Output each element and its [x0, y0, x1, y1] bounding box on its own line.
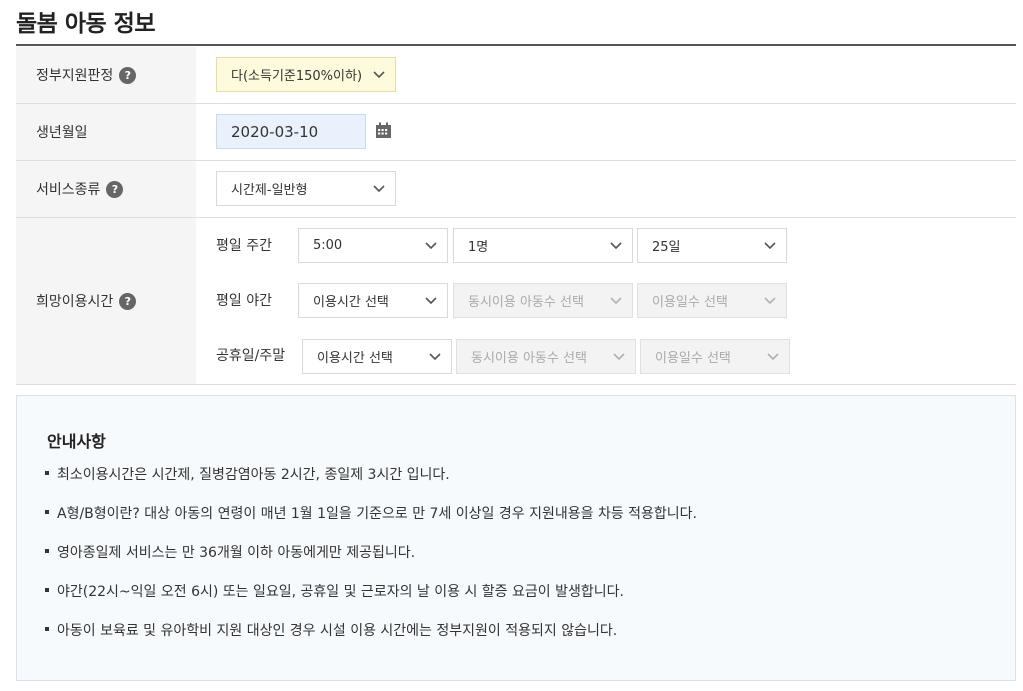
service-type-label: 서비스종류 ? — [36, 179, 124, 199]
notice-item-text: A형/B형이란? 대상 아동의 연령이 매년 1월 1일을 기준으로 만 7세 … — [57, 506, 698, 522]
weekday-day-label: 평일 주간 — [216, 238, 272, 254]
notice-item: A형/B형이란? 대상 아동의 연령이 매년 1월 1일을 기준으로 만 7세 … — [45, 503, 697, 523]
chevron-down-icon — [610, 296, 622, 304]
bullet-icon — [45, 627, 49, 631]
chevron-down-icon — [764, 241, 776, 249]
help-icon[interactable]: ? — [119, 66, 137, 84]
weekday-day-children-select[interactable]: 1명 — [453, 228, 633, 263]
service-type-value: 시간제-일반형 — [231, 183, 308, 198]
holiday-days-value: 이용일수 선택 — [655, 351, 731, 366]
weekday-day-children-value: 1명 — [468, 240, 489, 255]
weekday-night-children-value: 동시이용 아동수 선택 — [468, 295, 584, 310]
calendar-icon[interactable] — [375, 122, 392, 139]
birth-date-label-text: 생년월일 — [36, 125, 88, 141]
birth-date-input[interactable]: 2020-03-10 — [216, 114, 366, 149]
gov-support-select[interactable]: 다(소득기준150%이하) — [216, 57, 396, 92]
weekday-night-days-select[interactable]: 이용일수 선택 — [637, 283, 787, 318]
chevron-down-icon — [425, 296, 437, 304]
notice-item: 야간(22시~익일 오전 6시) 또는 일요일, 공휴일 및 근로자의 날 이용… — [45, 581, 624, 601]
title-divider — [16, 44, 1016, 46]
gov-support-label-text: 정부지원판정 — [36, 68, 114, 84]
notice-item-text: 야간(22시~익일 오전 6시) 또는 일요일, 공휴일 및 근로자의 날 이용… — [57, 584, 624, 600]
service-type-select[interactable]: 시간제-일반형 — [216, 171, 396, 206]
chevron-down-icon — [767, 352, 779, 360]
birth-date-value: 2020-03-10 — [231, 122, 319, 141]
weekday-night-children-select[interactable]: 동시이용 아동수 선택 — [453, 283, 633, 318]
notice-item-text: 아동이 보육료 및 유아학비 지원 대상인 경우 시설 이용 시간에는 정부지원… — [57, 623, 618, 639]
help-icon[interactable]: ? — [119, 292, 137, 310]
notice-box: 안내사항 최소이용시간은 시간제, 질병감염아동 2시간, 종일제 3시간 입니… — [16, 395, 1016, 681]
weekday-day-days-select[interactable]: 25일 — [637, 228, 787, 263]
holiday-time-value: 이용시간 선택 — [317, 351, 393, 366]
chevron-down-icon — [373, 70, 385, 78]
bullet-icon — [45, 471, 49, 475]
row-desired-time: 희망이용시간 ? 평일 주간 5:00 1명 25일 평일 야간 이용시간 선택… — [16, 218, 1016, 385]
weekday-day-days-value: 25일 — [652, 240, 681, 255]
notice-item: 영아종일제 서비스는 만 36개월 이하 아동에게만 제공됩니다. — [45, 542, 415, 562]
row-birth-date: 생년월일 2020-03-10 — [16, 104, 1016, 161]
service-type-label-text: 서비스종류 — [36, 182, 101, 198]
weekday-night-label: 평일 야간 — [216, 293, 272, 309]
desired-time-label-text: 희망이용시간 — [36, 294, 114, 310]
chevron-down-icon — [425, 241, 437, 249]
help-icon[interactable]: ? — [106, 180, 124, 198]
bullet-icon — [45, 510, 49, 514]
bullet-icon — [45, 549, 49, 553]
gov-support-label: 정부지원판정 ? — [36, 65, 137, 85]
holiday-label: 공휴일/주말 — [216, 348, 286, 364]
bullet-icon — [45, 588, 49, 592]
holiday-days-select[interactable]: 이용일수 선택 — [640, 339, 790, 374]
page-title: 돌봄 아동 정보 — [16, 11, 155, 37]
notice-title: 안내사항 — [47, 432, 106, 451]
desired-time-label: 희망이용시간 ? — [36, 291, 137, 311]
gov-support-value: 다(소득기준150%이하) — [231, 69, 363, 84]
notice-item: 아동이 보육료 및 유아학비 지원 대상인 경우 시설 이용 시간에는 정부지원… — [45, 620, 617, 640]
row-service-type: 서비스종류 ? 시간제-일반형 — [16, 161, 1016, 218]
weekday-day-time-select[interactable]: 5:00 — [298, 228, 448, 263]
weekday-night-time-select[interactable]: 이용시간 선택 — [298, 283, 448, 318]
holiday-time-select[interactable]: 이용시간 선택 — [302, 339, 452, 374]
notice-item-text: 영아종일제 서비스는 만 36개월 이하 아동에게만 제공됩니다. — [57, 545, 416, 561]
notice-item: 최소이용시간은 시간제, 질병감염아동 2시간, 종일제 3시간 입니다. — [45, 464, 450, 484]
notice-item-text: 최소이용시간은 시간제, 질병감염아동 2시간, 종일제 3시간 입니다. — [57, 467, 450, 483]
chevron-down-icon — [764, 296, 776, 304]
chevron-down-icon — [429, 352, 441, 360]
weekday-night-time-value: 이용시간 선택 — [313, 295, 389, 310]
chevron-down-icon — [373, 184, 385, 192]
birth-date-label: 생년월일 — [36, 122, 88, 142]
chevron-down-icon — [613, 352, 625, 360]
weekday-day-time-value: 5:00 — [313, 238, 343, 253]
chevron-down-icon — [610, 241, 622, 249]
row-gov-support: 정부지원판정 ? 다(소득기준150%이하) — [16, 47, 1016, 104]
weekday-night-days-value: 이용일수 선택 — [652, 295, 728, 310]
holiday-children-value: 동시이용 아동수 선택 — [471, 351, 587, 366]
holiday-children-select[interactable]: 동시이용 아동수 선택 — [456, 339, 636, 374]
